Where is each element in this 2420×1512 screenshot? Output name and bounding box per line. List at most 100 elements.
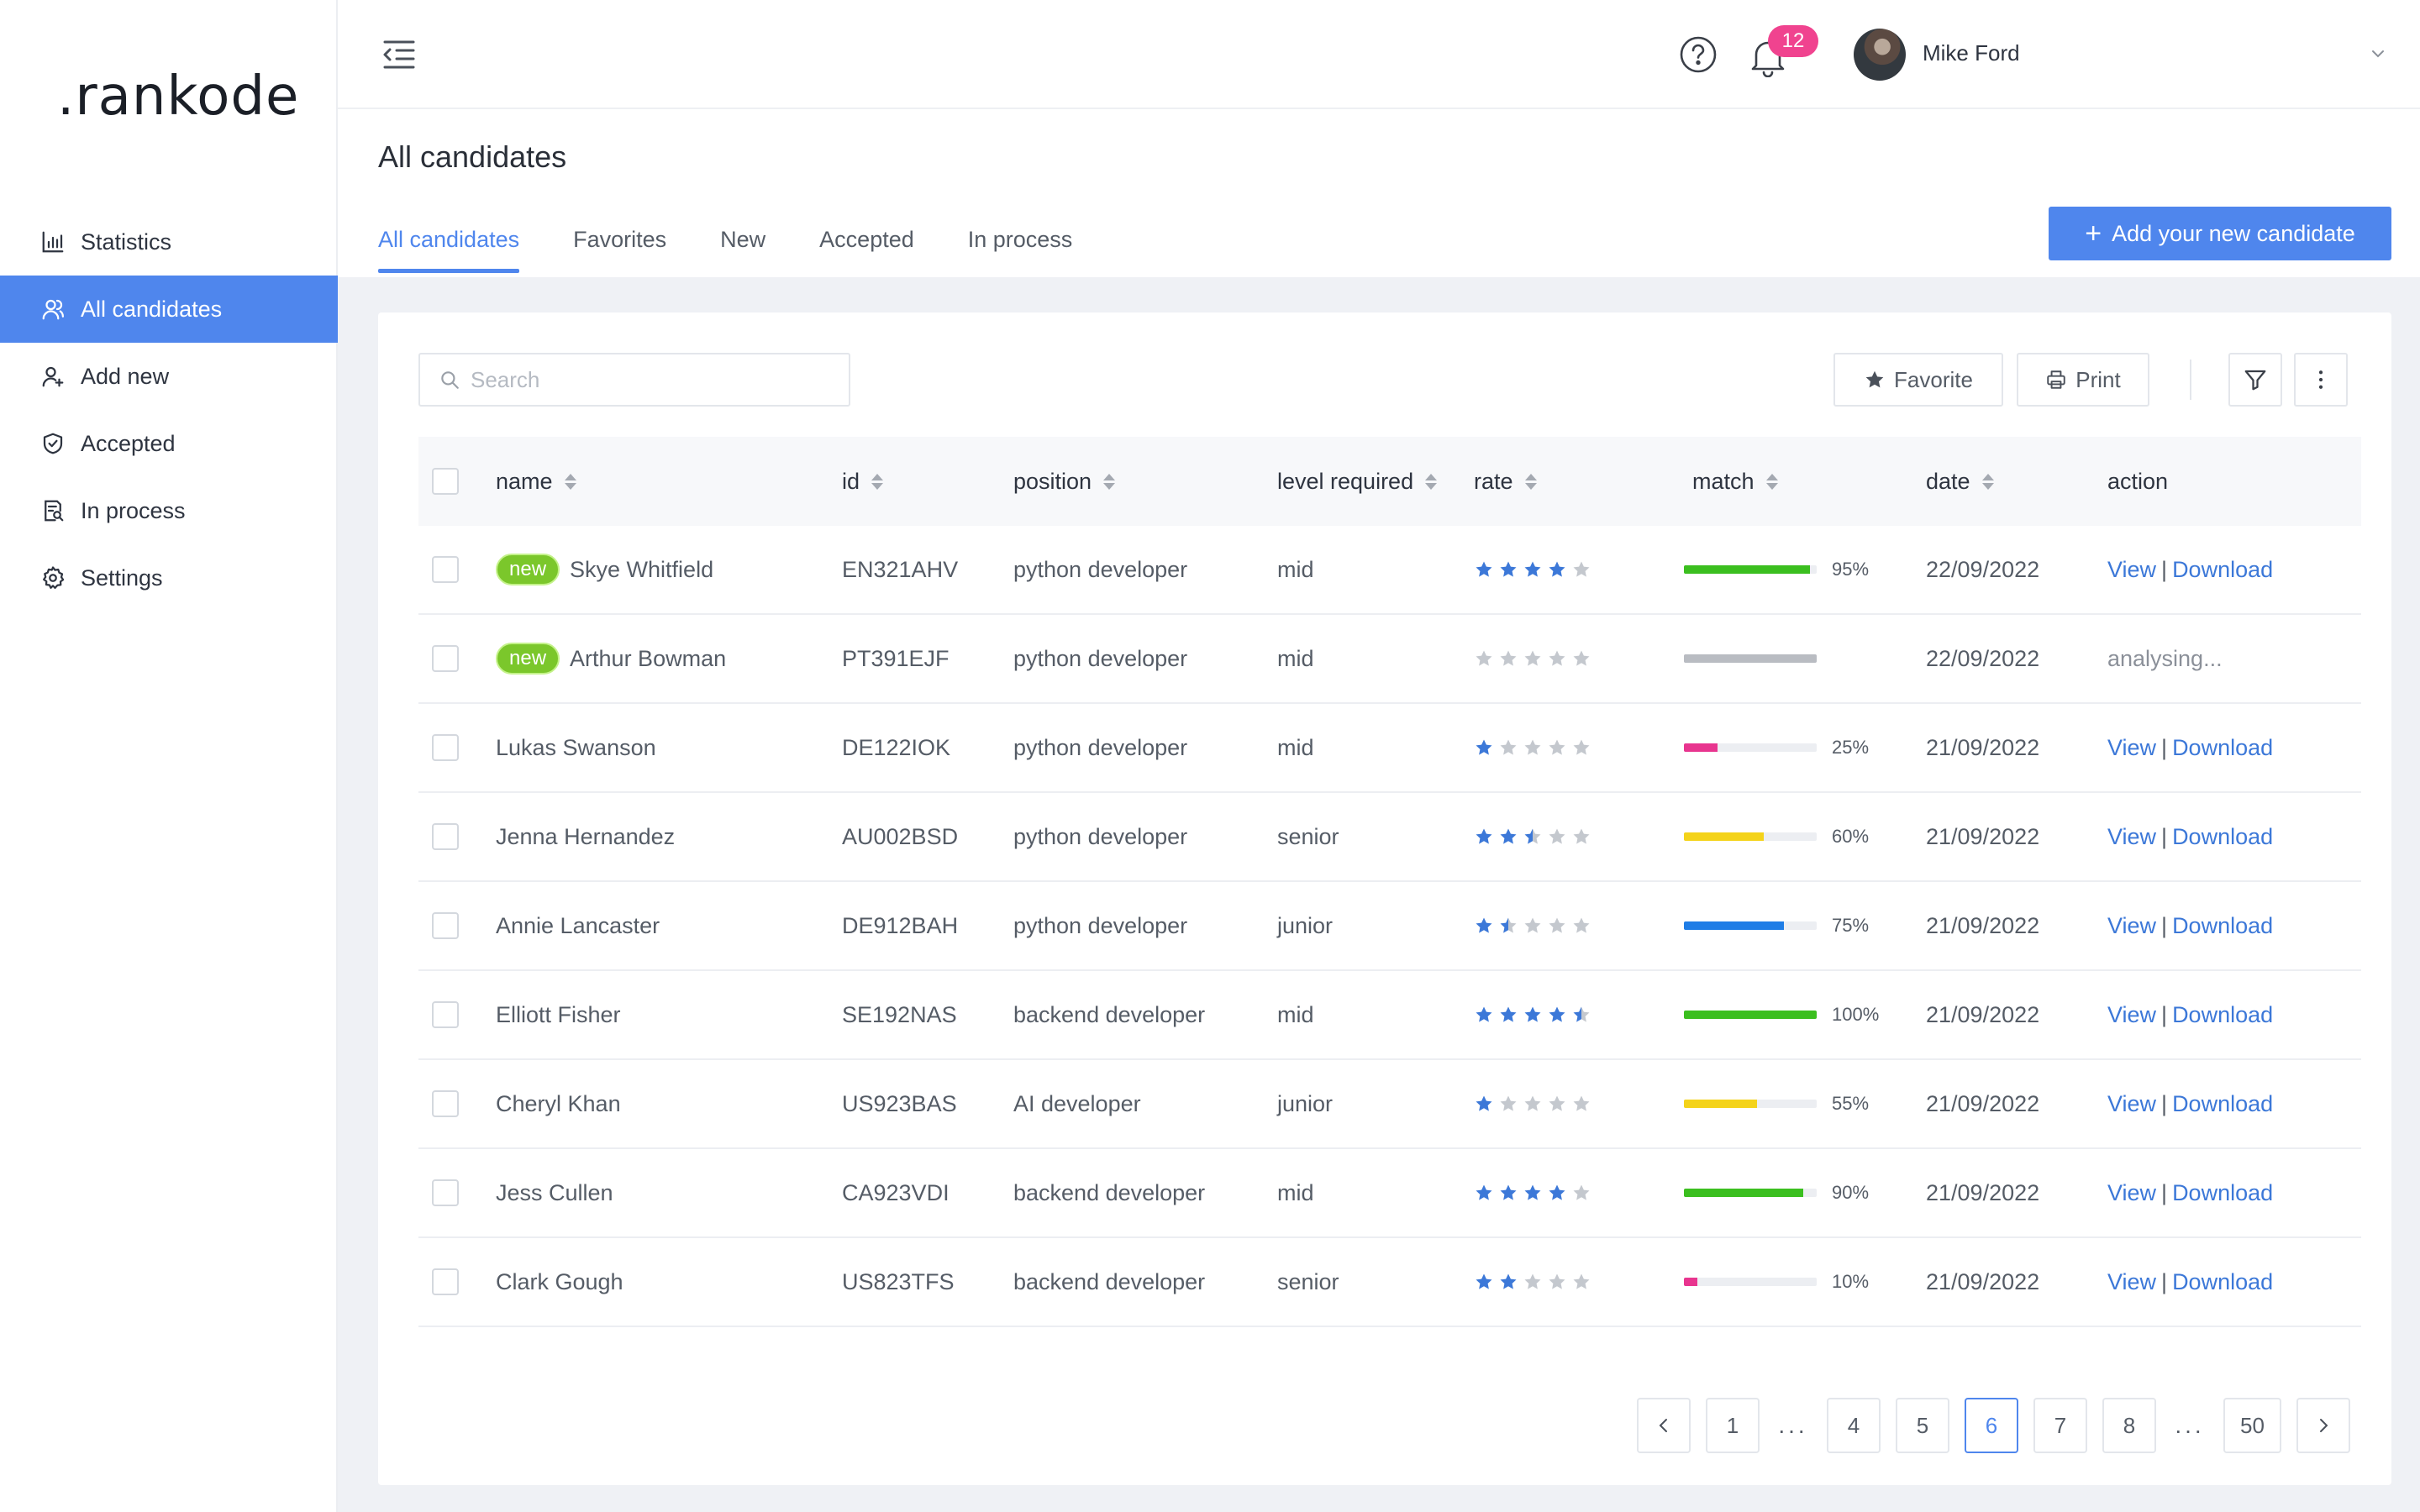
- select-all-cell: [432, 468, 459, 495]
- row-checkbox[interactable]: [432, 734, 459, 761]
- view-link[interactable]: View: [2107, 1091, 2156, 1117]
- view-link[interactable]: View: [2107, 1180, 2156, 1206]
- match-bar-fill: [1684, 1278, 1697, 1286]
- view-link[interactable]: View: [2107, 1269, 2156, 1295]
- table-row[interactable]: Jess Cullen CA923VDI backend developer mid 9…: [418, 1149, 2361, 1238]
- column-header-id[interactable]: id: [842, 469, 884, 495]
- download-link[interactable]: Download: [2172, 1091, 2273, 1117]
- star-icon: [1524, 1273, 1541, 1289]
- row-checkbox[interactable]: [432, 645, 459, 672]
- star-icon: [1573, 1095, 1590, 1111]
- column-header-match[interactable]: match: [1684, 469, 1778, 495]
- download-link[interactable]: Download: [2172, 1002, 2273, 1028]
- table-row[interactable]: new Skye Whitfield EN321AHV python develope…: [418, 526, 2361, 615]
- search-box[interactable]: [418, 353, 850, 407]
- filter-button[interactable]: [2228, 353, 2282, 407]
- sort-icon[interactable]: [564, 473, 576, 490]
- page-button[interactable]: 50: [2223, 1398, 2281, 1453]
- brand-logo[interactable]: .rankode: [57, 66, 299, 128]
- new-tag: new: [496, 554, 560, 585]
- search-input[interactable]: [471, 366, 823, 393]
- row-checkbox[interactable]: [432, 1090, 459, 1117]
- page-button[interactable]: 1: [1706, 1398, 1760, 1453]
- download-link[interactable]: Download: [2172, 913, 2273, 939]
- select-all-checkbox[interactable]: [432, 468, 459, 495]
- tab-in-process[interactable]: In process: [968, 223, 1073, 276]
- sort-icon[interactable]: [1425, 473, 1438, 490]
- column-header-position[interactable]: position: [1013, 469, 1116, 495]
- prev-page-button[interactable]: [1637, 1398, 1691, 1453]
- column-header-rate[interactable]: rate: [1474, 469, 1537, 495]
- match-bar: [1684, 565, 1817, 574]
- view-link[interactable]: View: [2107, 1002, 2156, 1028]
- download-link[interactable]: Download: [2172, 1269, 2273, 1295]
- column-header-level[interactable]: level required: [1277, 469, 1438, 495]
- table-row[interactable]: new Arthur Bowman PT391EJF python developer…: [418, 615, 2361, 704]
- sidebar-item-accepted[interactable]: Accepted: [0, 410, 338, 477]
- candidate-name: Annie Lancaster: [496, 912, 660, 938]
- table-row[interactable]: Elliott Fisher SE192NAS backend developer m…: [418, 971, 2361, 1060]
- row-checkbox[interactable]: [432, 1001, 459, 1028]
- download-link[interactable]: Download: [2172, 557, 2273, 583]
- tab-accepted[interactable]: Accepted: [819, 223, 914, 276]
- star-icon: [1549, 1184, 1565, 1200]
- view-link[interactable]: View: [2107, 557, 2156, 583]
- tab-all-candidates[interactable]: All candidates: [378, 223, 520, 276]
- sort-icon[interactable]: [871, 473, 884, 490]
- sidebar-item-in-process[interactable]: In process: [0, 477, 338, 544]
- sidebar-item-all-candidates[interactable]: All candidates: [0, 276, 338, 343]
- view-link[interactable]: View: [2107, 913, 2156, 939]
- star-icon: [1476, 561, 1492, 577]
- sidebar-item-statistics[interactable]: Statistics: [0, 208, 338, 276]
- sidebar-item-add-new[interactable]: Add new: [0, 343, 338, 410]
- download-link[interactable]: Download: [2172, 735, 2273, 761]
- action-cell: View | Download: [2107, 913, 2273, 939]
- row-checkbox[interactable]: [432, 912, 459, 939]
- more-options-button[interactable]: [2294, 353, 2348, 407]
- download-link[interactable]: Download: [2172, 1180, 2273, 1206]
- page-button[interactable]: 5: [1896, 1398, 1949, 1453]
- sort-icon[interactable]: [1981, 473, 1994, 490]
- favorite-button[interactable]: Favorite: [1833, 353, 2003, 407]
- table-row[interactable]: Clark Gough US823TFS backend developer seni…: [418, 1238, 2361, 1327]
- view-link[interactable]: View: [2107, 824, 2156, 850]
- sort-icon[interactable]: [1524, 473, 1537, 490]
- table-row[interactable]: Jenna Hernandez AU002BSD python developer s…: [418, 793, 2361, 882]
- page-title: All candidates: [378, 139, 567, 174]
- page-button[interactable]: 4: [1827, 1398, 1881, 1453]
- chevron-down-icon[interactable]: [2370, 45, 2386, 62]
- page-button[interactable]: 8: [2102, 1398, 2156, 1453]
- sidebar-item-settings[interactable]: Settings: [0, 544, 338, 612]
- candidate-date: 21/09/2022: [1926, 823, 2040, 849]
- candidate-name: Arthur Bowman: [570, 645, 727, 671]
- next-page-button[interactable]: [2296, 1398, 2350, 1453]
- row-checkbox[interactable]: [432, 1179, 459, 1206]
- star-icon: [1549, 1273, 1565, 1289]
- sort-icon[interactable]: [1103, 473, 1116, 490]
- page-button[interactable]: 7: [2033, 1398, 2087, 1453]
- table-body: new Skye Whitfield EN321AHV python develope…: [418, 526, 2361, 1327]
- table-row[interactable]: Cheryl Khan US923BAS AI developer junior 55%…: [418, 1060, 2361, 1149]
- collapse-menu-icon[interactable]: [381, 39, 417, 71]
- tab-favorites[interactable]: Favorites: [573, 223, 666, 276]
- sort-icon[interactable]: [1765, 473, 1778, 490]
- candidate-id: DE912BAH: [842, 912, 959, 938]
- view-link[interactable]: View: [2107, 735, 2156, 761]
- table-row[interactable]: Lukas Swanson DE122IOK python developer mid…: [418, 704, 2361, 793]
- help-icon[interactable]: [1679, 35, 1718, 74]
- add-candidate-button[interactable]: + Add your new candidate: [2049, 207, 2391, 260]
- match-cell: 60%: [1684, 826, 1869, 848]
- row-checkbox[interactable]: [432, 556, 459, 583]
- download-link[interactable]: Download: [2172, 824, 2273, 850]
- table-row[interactable]: Annie Lancaster DE912BAH python developer j…: [418, 882, 2361, 971]
- avatar[interactable]: [1854, 29, 1906, 81]
- user-name[interactable]: Mike Ford: [1923, 40, 2020, 66]
- row-checkbox[interactable]: [432, 1268, 459, 1295]
- page-button-current[interactable]: 6: [1965, 1398, 2018, 1453]
- tab-new[interactable]: New: [720, 223, 765, 276]
- column-header-date[interactable]: date: [1926, 469, 1994, 495]
- row-checkbox[interactable]: [432, 823, 459, 850]
- print-button[interactable]: Print: [2017, 353, 2149, 407]
- column-header-name[interactable]: name: [496, 469, 576, 495]
- match-bar-fill: [1684, 832, 1764, 841]
